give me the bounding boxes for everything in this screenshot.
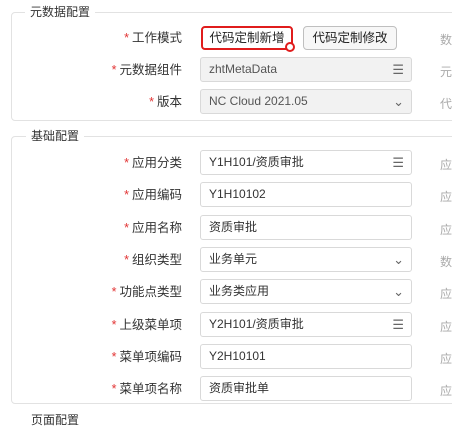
field-label: * 菜单项编码 [111, 350, 182, 364]
required-mark: * [111, 382, 117, 396]
version-select[interactable]: NC Cloud 2021.05 ⌄ [200, 89, 412, 114]
chevron-down-icon[interactable]: ⌄ [393, 90, 404, 113]
field-reference-input[interactable]: Y1H101/资质审批 ☰ [200, 150, 412, 175]
field-hint: 应 [440, 352, 452, 366]
field-value: Y2H101/资质审批 [209, 317, 304, 331]
list-icon[interactable]: ☰ [392, 58, 404, 81]
required-mark: * [124, 253, 129, 267]
required-mark: * [124, 156, 129, 170]
field-hint: 数 [440, 255, 452, 269]
field-value: 业务类应用 [209, 284, 270, 298]
field-input[interactable]: 资质审批 [200, 215, 412, 240]
version-label: * 版本 [149, 95, 182, 109]
basic-config-title: 基础配置 [26, 129, 85, 143]
meta-config-title: 元数据配置 [25, 5, 96, 19]
list-icon[interactable]: ☰ [392, 313, 404, 336]
field-hint: 应 [440, 287, 452, 301]
field-value: Y2H10101 [209, 349, 266, 363]
field-select[interactable]: 业务类应用 ⌄ [200, 279, 412, 304]
field-value: 业务单元 [209, 252, 258, 266]
code-custom-new-button[interactable]: 代码定制新增 [201, 26, 295, 52]
field-label: * 应用名称 [124, 221, 182, 235]
field-hint: 应 [440, 223, 452, 237]
field-hint: 应 [440, 190, 452, 204]
version-value: NC Cloud 2021.05 [209, 94, 308, 108]
list-icon[interactable]: ☰ [392, 151, 404, 174]
required-mark: * [111, 285, 117, 299]
required-mark: * [124, 221, 129, 235]
required-mark: * [124, 31, 129, 45]
field-input[interactable]: Y2H10101 [200, 344, 412, 369]
field-label: * 应用编码 [124, 188, 182, 202]
field-hint: 应 [440, 158, 452, 172]
field-label: * 上级菜单项 [111, 318, 182, 332]
field-value: Y1H101/资质审批 [209, 155, 304, 169]
meta-component-field[interactable]: zhtMetaData ☰ [200, 57, 412, 82]
field-label: * 菜单项名称 [111, 382, 182, 396]
required-mark: * [111, 350, 117, 364]
meta-component-value: zhtMetaData [209, 62, 278, 76]
field-reference-input[interactable]: Y2H101/资质审批 ☰ [200, 312, 412, 337]
field-value: 资质审批单 [209, 381, 270, 395]
field-label: * 应用分类 [124, 156, 182, 170]
work-mode-hint: 数 [440, 33, 452, 47]
field-hint: 应 [440, 384, 452, 398]
required-mark: * [124, 188, 129, 202]
field-value: Y1H10102 [209, 187, 266, 201]
chevron-down-icon[interactable]: ⌄ [393, 280, 404, 303]
selected-marker-icon [285, 42, 295, 52]
field-hint: 应 [440, 320, 452, 334]
field-label: * 组织类型 [124, 253, 182, 267]
field-label: * 功能点类型 [111, 285, 182, 299]
page-config-title: 页面配置 [26, 413, 85, 427]
field-input[interactable]: Y1H10102 [200, 182, 412, 207]
required-mark: * [111, 318, 117, 332]
field-select[interactable]: 业务单元 ⌄ [200, 247, 412, 272]
meta-component-hint: 元 [440, 65, 452, 79]
chevron-down-icon[interactable]: ⌄ [393, 248, 404, 271]
code-custom-modify-button[interactable]: 代码定制修改 [303, 26, 397, 50]
field-input[interactable]: 资质审批单 [200, 376, 412, 401]
work-mode-label: * 工作模式 [124, 31, 182, 45]
meta-component-label: * 元数据组件 [111, 63, 182, 77]
field-value: 资质审批 [209, 220, 258, 234]
version-hint: 代 [440, 97, 452, 111]
